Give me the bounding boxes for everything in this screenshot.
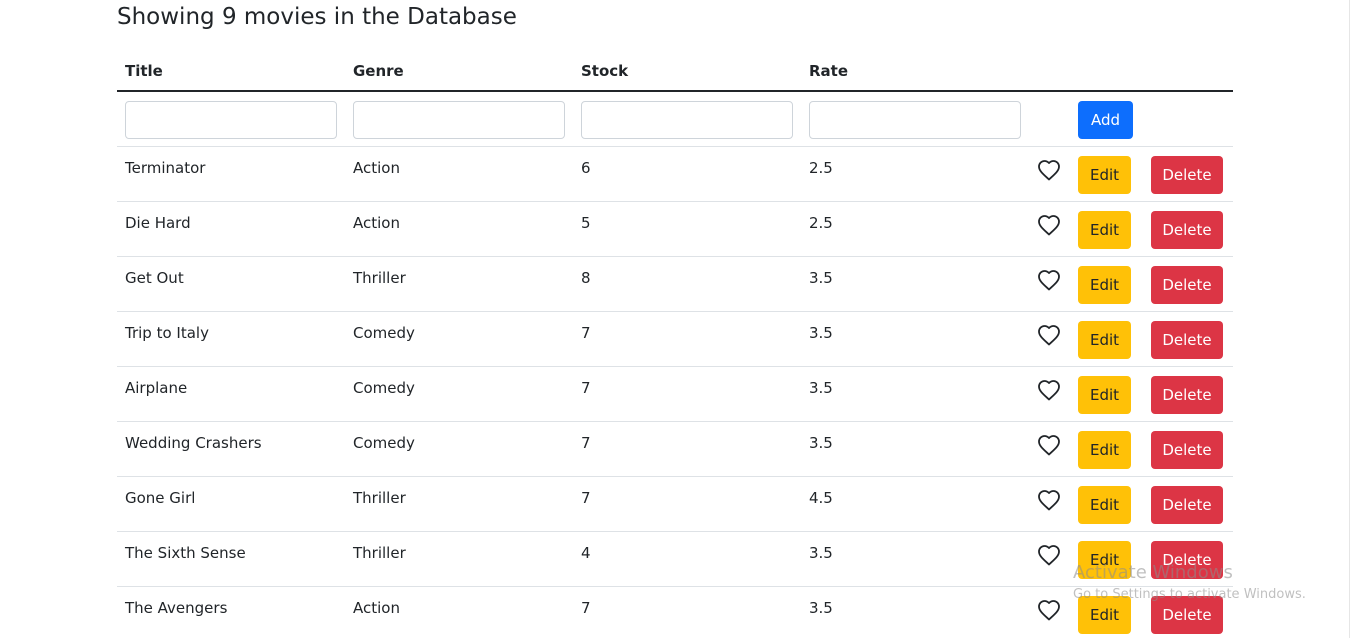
movie-genre: Thriller xyxy=(353,269,406,287)
edit-button[interactable]: Edit xyxy=(1078,266,1131,304)
new-movie-row: Add xyxy=(117,92,1233,147)
delete-button[interactable]: Delete xyxy=(1151,211,1223,249)
movie-rate: 3.5 xyxy=(809,599,833,617)
table-row: The Sixth Sense Thriller 4 3.5 Edit Delete xyxy=(117,532,1233,587)
movie-title: Terminator xyxy=(125,159,206,177)
delete-button[interactable]: Delete xyxy=(1151,596,1223,634)
movie-rate: 3.5 xyxy=(809,379,833,397)
table-row: Trip to Italy Comedy 7 3.5 Edit Delete xyxy=(117,312,1233,367)
heart-outline-icon[interactable] xyxy=(1037,544,1061,566)
page-title: Showing 9 movies in the Database xyxy=(117,4,517,30)
movie-title: Wedding Crashers xyxy=(125,434,262,452)
edit-button[interactable]: Edit xyxy=(1078,596,1131,634)
movie-title: Die Hard xyxy=(125,214,191,232)
edit-button[interactable]: Edit xyxy=(1078,211,1131,249)
movie-stock: 7 xyxy=(581,324,591,342)
stock-input[interactable] xyxy=(581,101,793,139)
table-header: Title Genre Stock Rate xyxy=(117,50,1233,92)
movie-genre: Action xyxy=(353,159,400,177)
heart-outline-icon[interactable] xyxy=(1037,214,1061,236)
table-row: Terminator Action 6 2.5 Edit Delete xyxy=(117,147,1233,202)
edit-button[interactable]: Edit xyxy=(1078,156,1131,194)
edit-button[interactable]: Edit xyxy=(1078,486,1131,524)
heart-outline-icon[interactable] xyxy=(1037,434,1061,456)
table-row: Die Hard Action 5 2.5 Edit Delete xyxy=(117,202,1233,257)
movie-title: Get Out xyxy=(125,269,184,287)
heart-outline-icon[interactable] xyxy=(1037,489,1061,511)
movie-stock: 6 xyxy=(581,159,591,177)
movie-rows: Terminator Action 6 2.5 Edit Delete Die Hard Ac… xyxy=(117,147,1233,638)
delete-button[interactable]: Delete xyxy=(1151,376,1223,414)
delete-button[interactable]: Delete xyxy=(1151,541,1223,579)
movie-genre: Thriller xyxy=(353,544,406,562)
title-input[interactable] xyxy=(125,101,337,139)
movie-stock: 7 xyxy=(581,434,591,452)
movie-stock: 7 xyxy=(581,489,591,507)
heart-outline-icon[interactable] xyxy=(1037,599,1061,621)
delete-button[interactable]: Delete xyxy=(1151,321,1223,359)
edit-button[interactable]: Edit xyxy=(1078,431,1131,469)
heart-outline-icon[interactable] xyxy=(1037,324,1061,346)
movie-rate: 4.5 xyxy=(809,489,833,507)
scrollbar-edge xyxy=(1349,0,1350,638)
movie-stock: 7 xyxy=(581,599,591,617)
movie-title: Airplane xyxy=(125,379,188,397)
movie-title: Gone Girl xyxy=(125,489,196,507)
column-header-rate: Rate xyxy=(809,62,849,80)
rate-input[interactable] xyxy=(809,101,1021,139)
movie-genre: Action xyxy=(353,214,400,232)
table-row: Wedding Crashers Comedy 7 3.5 Edit Delete xyxy=(117,422,1233,477)
movie-title: Trip to Italy xyxy=(125,324,209,342)
movies-table: Title Genre Stock Rate Add Terminator Act… xyxy=(117,50,1233,638)
movie-genre: Comedy xyxy=(353,324,415,342)
add-button[interactable]: Add xyxy=(1078,101,1133,139)
movie-stock: 8 xyxy=(581,269,591,287)
movie-rate: 3.5 xyxy=(809,269,833,287)
delete-button[interactable]: Delete xyxy=(1151,156,1223,194)
heart-outline-icon[interactable] xyxy=(1037,269,1061,291)
delete-button[interactable]: Delete xyxy=(1151,431,1223,469)
movie-genre: Comedy xyxy=(353,379,415,397)
movie-rate: 3.5 xyxy=(809,544,833,562)
table-row: Airplane Comedy 7 3.5 Edit Delete xyxy=(117,367,1233,422)
table-row: Gone Girl Thriller 7 4.5 Edit Delete xyxy=(117,477,1233,532)
delete-button[interactable]: Delete xyxy=(1151,266,1223,304)
column-header-title: Title xyxy=(125,62,163,80)
movies-page: Showing 9 movies in the Database Title G… xyxy=(0,0,1352,638)
movie-stock: 4 xyxy=(581,544,591,562)
table-row: The Avengers Action 7 3.5 Edit Delete xyxy=(117,587,1233,638)
edit-button[interactable]: Edit xyxy=(1078,321,1131,359)
column-header-genre: Genre xyxy=(353,62,404,80)
movie-stock: 5 xyxy=(581,214,591,232)
table-row: Get Out Thriller 8 3.5 Edit Delete xyxy=(117,257,1233,312)
heart-outline-icon[interactable] xyxy=(1037,379,1061,401)
movie-rate: 2.5 xyxy=(809,214,833,232)
movie-stock: 7 xyxy=(581,379,591,397)
edit-button[interactable]: Edit xyxy=(1078,541,1131,579)
movie-title: The Sixth Sense xyxy=(125,544,246,562)
genre-input[interactable] xyxy=(353,101,565,139)
movie-rate: 2.5 xyxy=(809,159,833,177)
column-header-stock: Stock xyxy=(581,62,629,80)
delete-button[interactable]: Delete xyxy=(1151,486,1223,524)
movie-genre: Thriller xyxy=(353,489,406,507)
movie-rate: 3.5 xyxy=(809,434,833,452)
movie-rate: 3.5 xyxy=(809,324,833,342)
movie-genre: Action xyxy=(353,599,400,617)
movie-title: The Avengers xyxy=(125,599,228,617)
edit-button[interactable]: Edit xyxy=(1078,376,1131,414)
heart-outline-icon[interactable] xyxy=(1037,159,1061,181)
movie-genre: Comedy xyxy=(353,434,415,452)
